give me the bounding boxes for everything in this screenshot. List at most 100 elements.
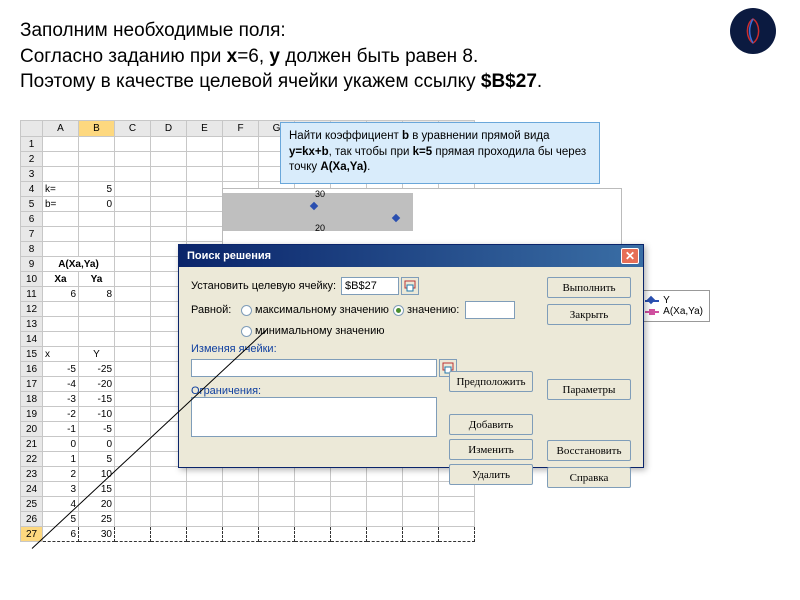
cell-D5[interactable]	[151, 197, 187, 212]
cell-E1[interactable]	[187, 137, 223, 152]
cell-A13[interactable]	[43, 317, 79, 332]
cell-C26[interactable]	[115, 512, 151, 527]
cell-K26[interactable]	[403, 512, 439, 527]
cell-C24[interactable]	[115, 482, 151, 497]
cell-E27[interactable]	[187, 527, 223, 542]
cell-C7[interactable]	[115, 227, 151, 242]
cell-A26[interactable]: 5	[43, 512, 79, 527]
cell-D7[interactable]	[151, 227, 187, 242]
target-value-input[interactable]	[465, 301, 515, 319]
cell-F25[interactable]	[223, 497, 259, 512]
cell-C1[interactable]	[115, 137, 151, 152]
cell-F27[interactable]	[223, 527, 259, 542]
cell-E6[interactable]	[187, 212, 223, 227]
cell-K24[interactable]	[403, 482, 439, 497]
close-button[interactable]: Закрыть	[547, 304, 631, 325]
cell-A23[interactable]: 2	[43, 467, 79, 482]
cell-C23[interactable]	[115, 467, 151, 482]
guess-button[interactable]: Предположить	[449, 371, 533, 392]
cell-C11[interactable]	[115, 287, 151, 302]
cell-C17[interactable]	[115, 377, 151, 392]
target-cell-input[interactable]	[341, 277, 399, 295]
cell-E2[interactable]	[187, 152, 223, 167]
cell-B7[interactable]	[79, 227, 115, 242]
cell-K27[interactable]	[403, 527, 439, 542]
cell-E3[interactable]	[187, 167, 223, 182]
cell-H27[interactable]	[295, 527, 331, 542]
cell-E4[interactable]	[187, 182, 223, 197]
cell-E5[interactable]	[187, 197, 223, 212]
cell-C13[interactable]	[115, 317, 151, 332]
cell-C25[interactable]	[115, 497, 151, 512]
cell-D2[interactable]	[151, 152, 187, 167]
cell-B11[interactable]: 8	[79, 287, 115, 302]
add-button[interactable]: Добавить	[449, 414, 533, 435]
cell-C2[interactable]	[115, 152, 151, 167]
cell-C16[interactable]	[115, 362, 151, 377]
cell-B20[interactable]: -5	[79, 422, 115, 437]
cell-C19[interactable]	[115, 407, 151, 422]
cell-I25[interactable]	[331, 497, 367, 512]
cell-C21[interactable]	[115, 437, 151, 452]
cell-H23[interactable]	[295, 467, 331, 482]
cell-A20[interactable]: -1	[43, 422, 79, 437]
cell-B12[interactable]	[79, 302, 115, 317]
cell-C9[interactable]	[115, 257, 151, 272]
cell-A8[interactable]	[43, 242, 79, 257]
cell-G24[interactable]	[259, 482, 295, 497]
cell-J27[interactable]	[367, 527, 403, 542]
cell-A17[interactable]: -4	[43, 377, 79, 392]
cell-D6[interactable]	[151, 212, 187, 227]
cell-B17[interactable]: -20	[79, 377, 115, 392]
cell-E23[interactable]	[187, 467, 223, 482]
cell-L25[interactable]	[439, 497, 475, 512]
cell-A3[interactable]	[43, 167, 79, 182]
cell-I26[interactable]	[331, 512, 367, 527]
cell-C10[interactable]	[115, 272, 151, 287]
cell-H24[interactable]	[295, 482, 331, 497]
cell-B1[interactable]	[79, 137, 115, 152]
cell-C18[interactable]	[115, 392, 151, 407]
cell-B14[interactable]	[79, 332, 115, 347]
cell-E7[interactable]	[187, 227, 223, 242]
cell-A4[interactable]: k=	[43, 182, 79, 197]
cell-D24[interactable]	[151, 482, 187, 497]
cell-A11[interactable]: 6	[43, 287, 79, 302]
cell-C3[interactable]	[115, 167, 151, 182]
cell-C5[interactable]	[115, 197, 151, 212]
cell-G26[interactable]	[259, 512, 295, 527]
constraints-list[interactable]	[191, 397, 437, 437]
cell-A6[interactable]	[43, 212, 79, 227]
cell-A1[interactable]	[43, 137, 79, 152]
cell-A5[interactable]: b=	[43, 197, 79, 212]
cell-J23[interactable]	[367, 467, 403, 482]
dialog-titlebar[interactable]: Поиск решения ✕	[179, 245, 643, 267]
cell-F1[interactable]	[223, 137, 259, 152]
cell-A2[interactable]	[43, 152, 79, 167]
cell-A21[interactable]: 0	[43, 437, 79, 452]
cell-C15[interactable]	[115, 347, 151, 362]
cell-G27[interactable]	[259, 527, 295, 542]
run-button[interactable]: Выполнить	[547, 277, 631, 298]
radio-value[interactable]	[393, 305, 404, 316]
cell-C27[interactable]	[115, 527, 151, 542]
cell-K25[interactable]	[403, 497, 439, 512]
edit-button[interactable]: Изменить	[449, 439, 533, 460]
cell-A14[interactable]	[43, 332, 79, 347]
cell-A9[interactable]: A(Xa,Ya)	[43, 257, 115, 272]
cell-A12[interactable]	[43, 302, 79, 317]
cell-A7[interactable]	[43, 227, 79, 242]
cell-B27[interactable]: 30	[79, 527, 115, 542]
cell-J26[interactable]	[367, 512, 403, 527]
delete-button[interactable]: Удалить	[449, 464, 533, 485]
cell-B16[interactable]: -25	[79, 362, 115, 377]
cell-F24[interactable]	[223, 482, 259, 497]
cell-E25[interactable]	[187, 497, 223, 512]
cell-I24[interactable]	[331, 482, 367, 497]
cell-C14[interactable]	[115, 332, 151, 347]
cell-A16[interactable]: -5	[43, 362, 79, 377]
cell-D3[interactable]	[151, 167, 187, 182]
cell-D26[interactable]	[151, 512, 187, 527]
cell-F26[interactable]	[223, 512, 259, 527]
cell-D4[interactable]	[151, 182, 187, 197]
